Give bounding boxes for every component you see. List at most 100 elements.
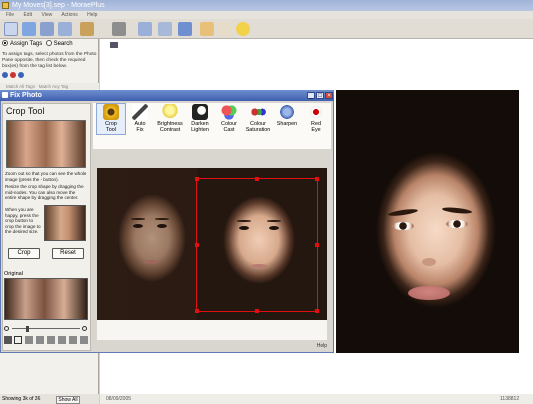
app-icon — [2, 2, 9, 9]
crop-handle[interactable] — [255, 309, 259, 313]
undo-all-icon[interactable] — [80, 336, 88, 344]
magic-wand-icon[interactable] — [80, 22, 94, 36]
photo-preview — [336, 90, 519, 353]
select-icon[interactable] — [14, 336, 22, 344]
redo-icon[interactable] — [69, 336, 77, 344]
photo-dimmed-area — [97, 168, 197, 320]
crop-handle[interactable] — [255, 177, 259, 181]
crop-handle[interactable] — [195, 243, 199, 247]
pane-icon — [110, 42, 118, 48]
tool-darken[interactable]: Darken Lighten — [186, 104, 214, 134]
lightbulb-icon — [162, 104, 178, 120]
share-icon[interactable] — [200, 22, 214, 36]
preview-eye-right — [446, 220, 468, 228]
preview-brow-left — [387, 207, 419, 218]
status-date: 08/09/2005 — [106, 396, 132, 402]
red-eye-icon — [308, 104, 324, 120]
dialog-footer: Help — [93, 342, 331, 351]
tool-colour-cast-label: Colour Cast — [221, 121, 237, 133]
tool-colour-saturation[interactable]: Colour Saturation — [244, 104, 272, 134]
tool-auto-fix[interactable]: Auto Fix — [126, 104, 154, 134]
tag-icon[interactable] — [4, 22, 18, 36]
zoom-slider[interactable] — [4, 326, 88, 332]
color-circles-icon — [221, 104, 237, 120]
tool-brightness[interactable]: Brightness Contrast — [156, 104, 184, 134]
menubar: File Edit View Actions Help — [0, 11, 533, 19]
menu-help[interactable]: Help — [87, 12, 97, 18]
zoom-out-icon[interactable] — [4, 326, 9, 331]
crop-example-image — [6, 120, 86, 168]
crop-sample-image — [44, 205, 86, 241]
search-label: Search — [53, 41, 73, 47]
menu-edit[interactable]: Edit — [23, 12, 32, 18]
zoom-in-icon[interactable] — [82, 326, 87, 331]
status-info: 1138812 — [500, 396, 520, 402]
show-all-button[interactable]: Show All — [56, 396, 80, 404]
help-icon[interactable] — [18, 72, 24, 78]
preview-lips — [408, 286, 450, 300]
zoom-icon[interactable] — [236, 22, 250, 36]
calendar-icon[interactable] — [40, 22, 54, 36]
move-icon[interactable] — [4, 336, 12, 344]
maximize-button[interactable]: □ — [316, 92, 324, 99]
main-toolbar — [0, 19, 533, 39]
match-any-option[interactable]: Match Any Tag — [39, 84, 68, 89]
flip-icon[interactable] — [47, 336, 55, 344]
crop-button[interactable]: Crop — [8, 248, 40, 259]
film-icon[interactable] — [58, 22, 72, 36]
left-face-eye — [133, 224, 143, 228]
tool-sharpen-label: Sharpen — [276, 121, 298, 127]
match-all-option[interactable]: Match All Tags — [6, 84, 35, 89]
assign-tags-radio[interactable] — [2, 40, 8, 46]
crop-handle[interactable] — [195, 177, 199, 181]
crop-handle[interactable] — [315, 177, 319, 181]
undo-icon[interactable] — [218, 22, 232, 36]
grid-view-icon[interactable] — [22, 22, 36, 36]
assign-tags-label: Assign Tags — [10, 41, 43, 47]
preview-brow-right — [441, 206, 473, 215]
minimize-button[interactable]: _ — [307, 92, 315, 99]
tool-auto-fix-label: Auto Fix — [134, 121, 146, 133]
rotate-left-icon[interactable] — [25, 336, 33, 344]
saturation-balls-icon — [250, 104, 266, 120]
delete-tag-icon[interactable] — [10, 72, 16, 78]
dialog-icon — [2, 92, 8, 98]
crop-instruction-3: When you are happy, press the crop butto… — [5, 207, 41, 235]
crop-tool-title: Crop Tool — [6, 106, 45, 116]
crop-handle[interactable] — [315, 243, 319, 247]
menu-view[interactable]: View — [41, 12, 52, 18]
tool-sharpen[interactable]: Sharpen — [273, 104, 301, 128]
reset-button[interactable]: Reset — [52, 248, 84, 259]
tag-mode-tabs: Assign Tags Search — [0, 39, 99, 49]
app-titlebar: My Moves[3].sep - MoraePlus — [0, 0, 533, 11]
left-face-eye — [157, 224, 167, 228]
tool-crop-label: Crop Tool — [105, 121, 117, 133]
print-icon[interactable] — [138, 22, 152, 36]
menu-file[interactable]: File — [6, 12, 14, 18]
slideshow-icon[interactable] — [178, 22, 192, 36]
left-face-brow — [155, 218, 169, 220]
zoom-thumb[interactable] — [26, 326, 29, 332]
tool-darken-label: Darken Lighten — [191, 121, 209, 133]
tag-tools — [2, 72, 97, 80]
add-tag-icon[interactable] — [2, 72, 8, 78]
rotate-right-icon[interactable] — [36, 336, 44, 344]
email-icon[interactable] — [158, 22, 172, 36]
menu-actions[interactable]: Actions — [61, 12, 77, 18]
crop-handle[interactable] — [195, 309, 199, 313]
search-radio[interactable] — [45, 40, 52, 46]
close-button[interactable]: × — [325, 92, 333, 99]
left-face-brow — [131, 218, 145, 220]
help-link[interactable]: Help — [317, 343, 327, 349]
rotate-icon[interactable] — [112, 22, 126, 36]
zoom-track — [12, 328, 80, 329]
crop-rectangle[interactable] — [195, 177, 319, 313]
tool-crop[interactable]: Crop Tool — [96, 103, 126, 135]
photo-count: Showing 3k of 36 — [2, 396, 41, 402]
tool-colour-cast[interactable]: Colour Cast — [215, 104, 243, 134]
sharpen-lens-icon — [279, 104, 295, 120]
crop-handle[interactable] — [315, 309, 319, 313]
undo-icon[interactable] — [58, 336, 66, 344]
tool-red-eye[interactable]: Red Eye — [302, 104, 330, 134]
edit-tools — [4, 336, 88, 346]
